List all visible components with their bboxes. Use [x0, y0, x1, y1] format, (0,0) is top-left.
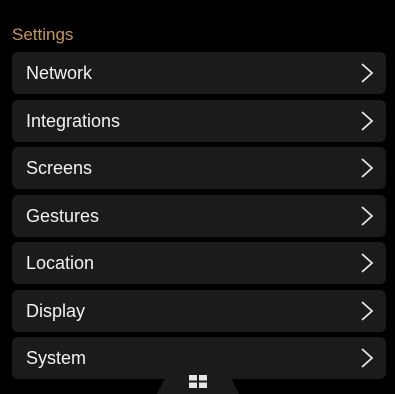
- settings-item-network[interactable]: Network: [12, 52, 386, 94]
- app-grid-button[interactable]: [157, 363, 239, 394]
- settings-item-integrations[interactable]: Integrations: [12, 99, 386, 142]
- chevron-right-icon: [360, 300, 374, 321]
- chevron-right-icon: [360, 205, 374, 226]
- chevron-right-icon: [360, 110, 374, 131]
- settings-item-gestures[interactable]: Gestures: [12, 194, 386, 237]
- chevron-right-icon: [360, 253, 374, 273]
- settings-item-label: System: [26, 348, 87, 368]
- chevron-right-icon: [360, 158, 374, 178]
- settings-item-label: Network: [26, 63, 93, 83]
- settings-item-location[interactable]: Location: [12, 242, 386, 284]
- grid-icon: [189, 375, 207, 388]
- settings-item-label: Display: [26, 300, 86, 321]
- settings-item-label: Gestures: [26, 205, 100, 226]
- settings-screen: Settings Network Integrations Screens Ge…: [0, 0, 395, 394]
- settings-menu: Network Integrations Screens Gestures Lo…: [12, 52, 386, 385]
- page-title: Settings: [12, 25, 74, 44]
- settings-item-display[interactable]: Display: [12, 289, 386, 332]
- settings-item-label: Location: [26, 253, 95, 273]
- settings-item-label: Screens: [26, 158, 93, 178]
- chevron-right-icon: [360, 63, 374, 83]
- chevron-right-icon: [360, 348, 374, 368]
- settings-item-label: Integrations: [26, 110, 121, 131]
- settings-item-screens[interactable]: Screens: [12, 147, 386, 189]
